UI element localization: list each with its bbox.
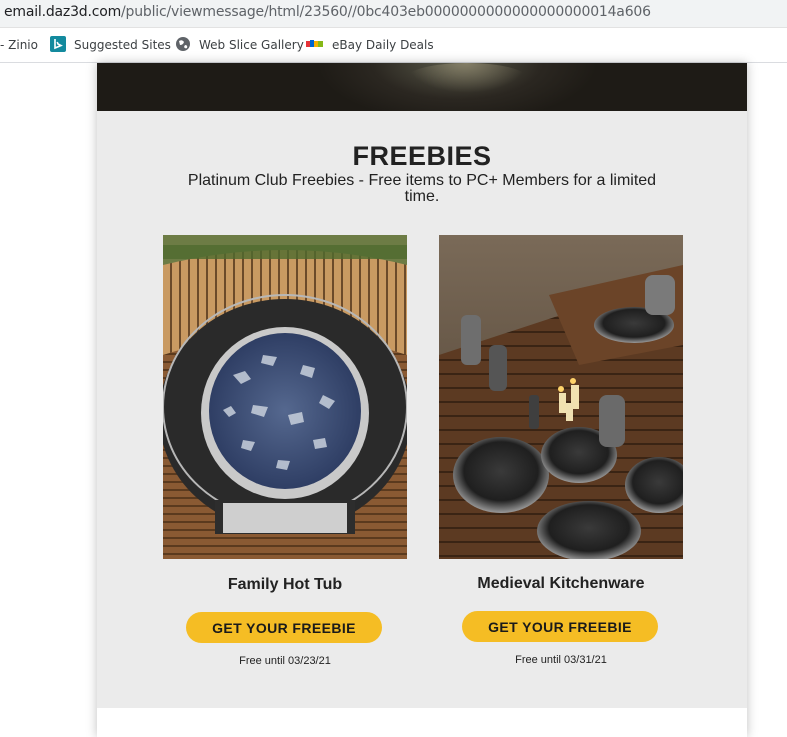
url-path: /public/viewmessage/html/23560//0bc403eb… [121, 4, 651, 20]
medieval-kitchenware-image[interactable] [439, 235, 683, 559]
favorite-zinio[interactable]: - Zinio [0, 28, 38, 62]
free-until-text: Free until 03/23/21 [239, 655, 331, 667]
get-freebie-button[interactable]: GET YOUR FREEBIE [186, 612, 382, 643]
favorite-label: Suggested Sites [74, 38, 171, 52]
url-host: email.daz3d.com [4, 4, 122, 20]
favorite-ebay-daily-deals[interactable]: eBay Daily Deals [306, 28, 434, 62]
favorite-label: - Zinio [0, 38, 38, 52]
free-until-text: Free until 03/31/21 [515, 654, 607, 666]
freebies-subtitle: Platinum Club Freebies - Free items to P… [187, 172, 657, 205]
globe-icon [175, 36, 191, 55]
product-name: Family Hot Tub [227, 576, 343, 593]
favorite-label: Web Slice Gallery [199, 38, 304, 52]
hero-glow [407, 63, 527, 93]
favorite-web-slice-gallery[interactable]: Web Slice Gallery [175, 28, 304, 62]
ebay-icon [306, 38, 324, 52]
freebies-title: FREEBIES [352, 141, 492, 171]
hero-banner-image [97, 63, 747, 111]
product-name: Medieval Kitchenware [477, 575, 645, 592]
url-text[interactable]: email.daz3d.com/public/viewmessage/html/… [4, 4, 651, 20]
address-bar[interactable]: email.daz3d.com/public/viewmessage/html/… [0, 0, 787, 28]
next-section [97, 708, 747, 737]
email-content: FREEBIES Platinum Club Freebies - Free i… [97, 63, 747, 737]
favorite-label: eBay Daily Deals [332, 38, 434, 52]
favorite-suggested-sites[interactable]: Suggested Sites [50, 28, 171, 62]
favorites-bar: - Zinio Suggested Sites Web Slice Galler… [0, 28, 787, 63]
get-freebie-button[interactable]: GET YOUR FREEBIE [462, 611, 658, 642]
hot-tub-image[interactable] [163, 235, 407, 559]
bing-icon [50, 35, 66, 55]
